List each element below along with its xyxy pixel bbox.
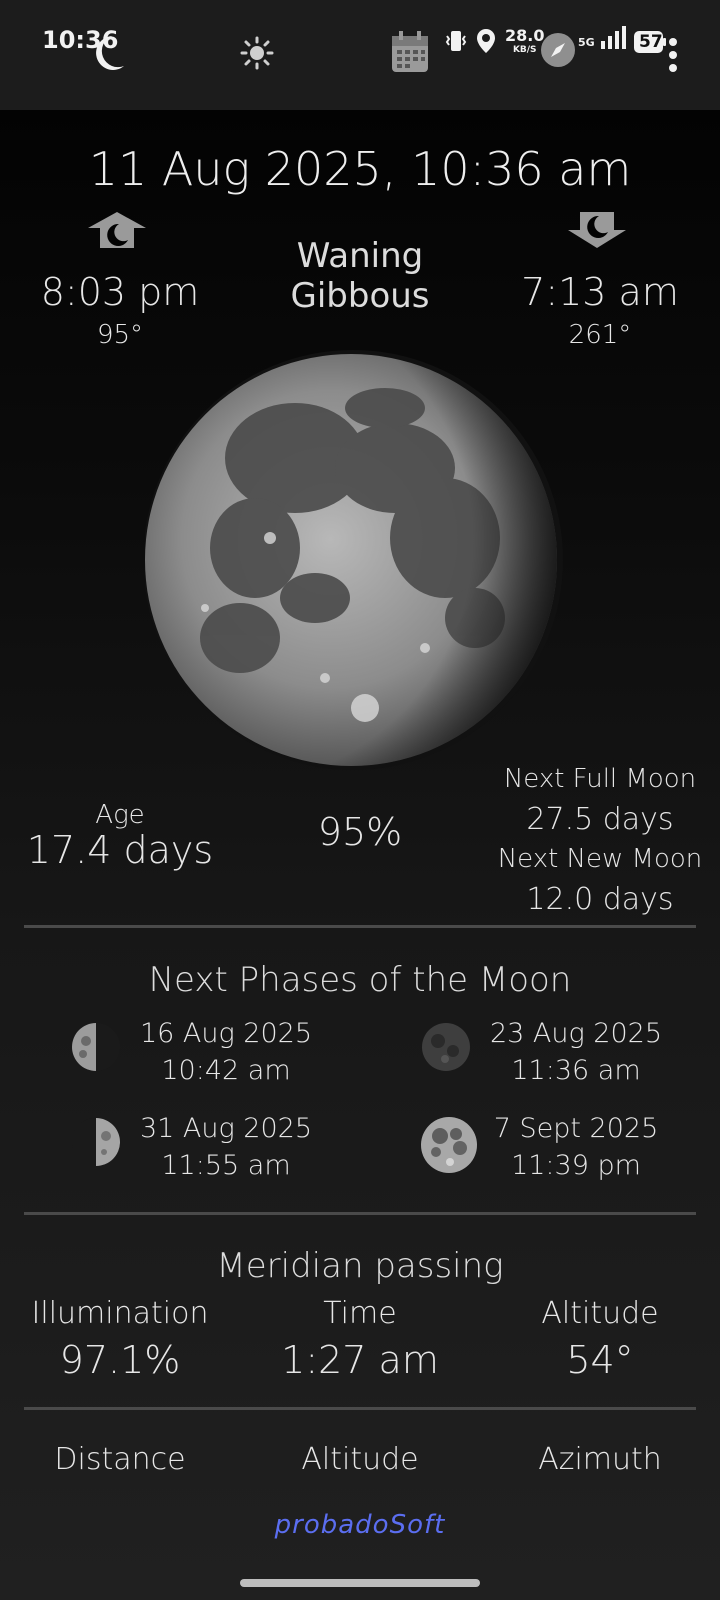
phase-time: 11:36 am — [511, 1055, 641, 1086]
next-full-moon-label: Next Full Moon — [503, 764, 697, 794]
signal-icon: 5G — [578, 26, 626, 49]
meridian-altitude-label: Altitude — [541, 1296, 659, 1331]
next-full-moon-value: 27.5 days — [526, 802, 674, 837]
moonrise-time: 8:03 pm — [40, 270, 200, 314]
home-indicator[interactable] — [240, 1579, 480, 1587]
calendar-icon — [390, 30, 430, 78]
divider — [24, 1212, 696, 1215]
altitude-label: Altitude — [301, 1442, 419, 1477]
phase-time: 11:39 pm — [511, 1150, 641, 1181]
azimuth-label: Azimuth — [538, 1442, 662, 1477]
moon-icon — [92, 34, 126, 76]
more-icon[interactable] — [668, 38, 678, 78]
moon-panel: 11 Aug 2025, 10:36 am 8:03 pm 95° 7:13 a… — [0, 110, 720, 1600]
last-quarter-moon-icon — [70, 1021, 122, 1077]
moonset-azimuth: 261° — [568, 320, 632, 350]
moon-image[interactable] — [143, 348, 565, 777]
phase-item-last-quarter[interactable]: 16 Aug 2025 10:42 am — [70, 1015, 390, 1086]
distance-label: Distance — [54, 1442, 186, 1477]
moonset-time: 7:13 am — [521, 270, 679, 314]
meridian-time-label: Time — [323, 1296, 397, 1331]
next-new-moon-value: 12.0 days — [526, 882, 674, 917]
new-moon-icon — [420, 1021, 472, 1077]
phase-date: 7 Sept 2025 — [493, 1113, 659, 1144]
meridian-illumination-value: 97.1% — [59, 1338, 181, 1382]
battery-icon: 57 — [633, 30, 667, 58]
age-label: Age — [95, 800, 145, 830]
phase-date: 23 Aug 2025 — [489, 1018, 663, 1049]
full-moon-icon — [420, 1116, 478, 1178]
status-bar: 10:36 28.0 KB/S 5G 57 — [0, 0, 720, 110]
phase-item-first-quarter[interactable]: 31 Aug 2025 11:55 am — [70, 1110, 390, 1181]
divider — [24, 1407, 696, 1410]
phase-name-line1: Waning — [296, 236, 424, 276]
meridian-illumination-label: Illumination — [31, 1296, 209, 1331]
meridian-time-value: 1:27 am — [281, 1338, 439, 1382]
phase-item-new-moon[interactable]: 23 Aug 2025 11:36 am — [420, 1015, 720, 1086]
meridian-title: Meridian passing — [216, 1246, 504, 1286]
divider — [24, 925, 696, 928]
age-value: 17.4 days — [26, 828, 214, 872]
current-datetime: 11 Aug 2025, 10:36 am — [88, 142, 632, 196]
next-phases-title: Next Phases of the Moon — [148, 960, 572, 1000]
phase-name: Waning Gibbous — [260, 236, 460, 316]
moonrise-azimuth: 95° — [96, 320, 144, 350]
first-quarter-moon-icon — [70, 1116, 122, 1172]
next-new-moon-label: Next New Moon — [497, 844, 703, 874]
speed-unit: KB/S — [512, 45, 537, 55]
battery-level: 57 — [639, 32, 663, 52]
illumination-percent: 95% — [317, 810, 403, 854]
phase-time: 10:42 am — [161, 1055, 291, 1086]
phase-name-line2: Gibbous — [290, 276, 430, 316]
meridian-altitude-value: 54° — [566, 1338, 634, 1382]
moonrise-icon — [86, 210, 148, 254]
phase-date: 31 Aug 2025 — [139, 1113, 313, 1144]
phase-date: 16 Aug 2025 — [139, 1018, 313, 1049]
location-icon — [475, 28, 497, 58]
compass-icon[interactable] — [540, 32, 576, 72]
network-type: 5G — [578, 36, 595, 49]
moonset-icon — [566, 210, 628, 254]
phase-time: 11:55 am — [161, 1150, 291, 1181]
vibrate-icon — [445, 29, 467, 57]
phase-item-full-moon[interactable]: 7 Sept 2025 11:39 pm — [420, 1110, 720, 1181]
network-speed: 28.0 KB/S — [505, 28, 544, 57]
brand-logo[interactable]: probadoSoft — [0, 1510, 720, 1540]
status-icons: 28.0 KB/S — [445, 28, 544, 58]
sun-icon — [240, 36, 274, 74]
